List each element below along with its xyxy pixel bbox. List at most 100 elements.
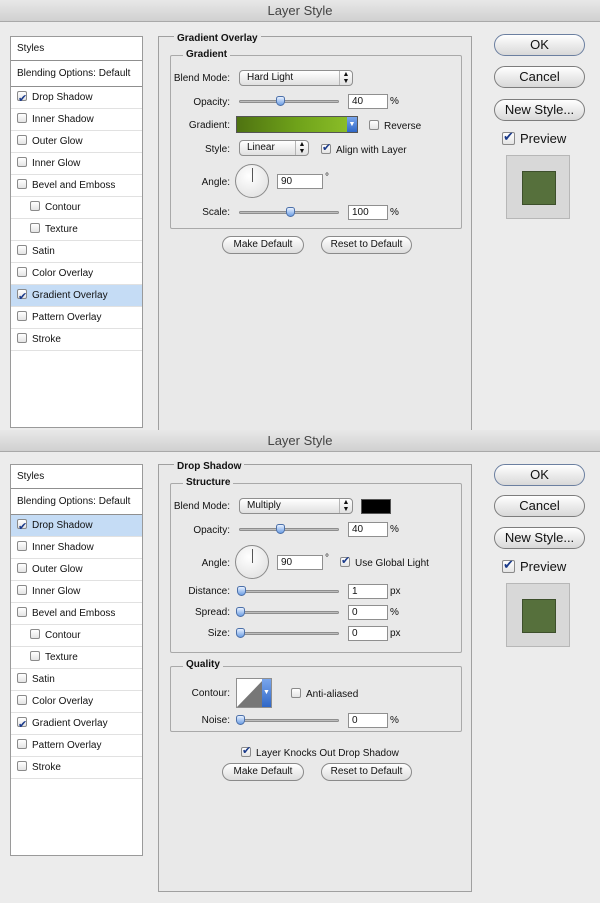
- style-item-checkbox[interactable]: [17, 563, 27, 573]
- style-item-inner-shadow[interactable]: Inner Shadow: [11, 537, 142, 559]
- style-item-stroke[interactable]: Stroke: [11, 329, 142, 351]
- align-checkbox-box[interactable]: [321, 141, 331, 154]
- style-item-pattern-overlay[interactable]: Pattern Overlay: [11, 307, 142, 329]
- global-light-checkbox-box[interactable]: [340, 554, 350, 567]
- angle-input[interactable]: 90: [277, 174, 323, 189]
- dropdown-arrow-icon[interactable]: ▼: [347, 117, 357, 132]
- style-item-checkbox[interactable]: [17, 761, 27, 771]
- style-item-checkbox[interactable]: [17, 267, 27, 277]
- style-item-checkbox[interactable]: [30, 629, 40, 639]
- use-global-light-checkbox[interactable]: Use Global Light: [340, 554, 429, 569]
- make-default-button[interactable]: Make Default: [222, 236, 304, 254]
- reverse-checkbox-box[interactable]: [369, 120, 379, 130]
- distance-input[interactable]: 1: [348, 584, 388, 599]
- new-style-button[interactable]: New Style...: [494, 99, 585, 121]
- style-item-checkbox[interactable]: [30, 651, 40, 661]
- cancel-button[interactable]: Cancel: [494, 495, 585, 517]
- align-with-layer-checkbox[interactable]: Align with Layer: [321, 141, 407, 156]
- opacity-slider[interactable]: [239, 96, 339, 106]
- style-item-contour[interactable]: Contour: [11, 625, 142, 647]
- reset-to-default-button[interactable]: Reset to Default: [321, 236, 412, 254]
- preview-checkbox[interactable]: Preview: [502, 557, 566, 574]
- style-item-checkbox[interactable]: [17, 673, 27, 683]
- style-item-checkbox[interactable]: [17, 245, 27, 255]
- style-item-color-overlay[interactable]: Color Overlay: [11, 691, 142, 713]
- angle-input[interactable]: 90: [277, 555, 323, 570]
- knockout-checkbox-box[interactable]: [241, 744, 251, 757]
- opacity-input[interactable]: 40: [348, 94, 388, 109]
- style-item-checkbox[interactable]: [17, 607, 27, 617]
- angle-dial[interactable]: [235, 545, 269, 579]
- size-slider-handle[interactable]: [236, 628, 245, 638]
- style-item-checkbox[interactable]: [17, 541, 27, 551]
- blend-mode-select[interactable]: Hard Light ▲ ▼: [239, 70, 353, 86]
- style-item-checkbox[interactable]: [17, 585, 27, 595]
- style-item-bevel-and-emboss[interactable]: Bevel and Emboss: [11, 175, 142, 197]
- spread-input[interactable]: 0: [348, 605, 388, 620]
- ok-button[interactable]: OK: [494, 34, 585, 56]
- scale-slider[interactable]: [239, 207, 339, 217]
- style-item-checkbox[interactable]: [17, 516, 27, 538]
- scale-slider-handle[interactable]: [286, 207, 295, 217]
- style-item-checkbox[interactable]: [17, 311, 27, 321]
- style-item-gradient-overlay[interactable]: Gradient Overlay: [11, 285, 142, 308]
- anti-aliased-checkbox-box[interactable]: [291, 688, 301, 698]
- style-item-color-overlay[interactable]: Color Overlay: [11, 263, 142, 285]
- style-select[interactable]: Linear ▲ ▼: [239, 140, 309, 156]
- opacity-slider-handle[interactable]: [276, 96, 285, 106]
- style-item-checkbox[interactable]: [17, 695, 27, 705]
- style-item-satin[interactable]: Satin: [11, 241, 142, 263]
- style-item-contour[interactable]: Contour: [11, 197, 142, 219]
- styles-header[interactable]: Styles: [11, 37, 142, 61]
- style-item-checkbox[interactable]: [17, 714, 27, 736]
- distance-slider[interactable]: [237, 586, 339, 596]
- blend-mode-select[interactable]: Multiply ▲ ▼: [239, 498, 353, 514]
- style-item-checkbox[interactable]: [17, 157, 27, 167]
- style-item-bevel-and-emboss[interactable]: Bevel and Emboss: [11, 603, 142, 625]
- style-item-checkbox[interactable]: [17, 739, 27, 749]
- style-item-inner-shadow[interactable]: Inner Shadow: [11, 109, 142, 131]
- angle-dial[interactable]: [235, 164, 269, 198]
- styles-header[interactable]: Styles: [11, 465, 142, 489]
- anti-aliased-checkbox[interactable]: Anti-aliased: [291, 688, 358, 700]
- make-default-button[interactable]: Make Default: [222, 763, 304, 781]
- style-item-checkbox[interactable]: [17, 179, 27, 189]
- style-item-texture[interactable]: Texture: [11, 219, 142, 241]
- dropdown-arrow-icon[interactable]: ▼: [262, 679, 271, 707]
- style-item-checkbox[interactable]: [17, 135, 27, 145]
- contour-picker[interactable]: ▼: [236, 678, 272, 708]
- style-item-drop-shadow[interactable]: Drop Shadow: [11, 87, 142, 110]
- style-item-checkbox[interactable]: [17, 333, 27, 343]
- ok-button[interactable]: OK: [494, 464, 585, 486]
- cancel-button[interactable]: Cancel: [494, 66, 585, 88]
- style-item-checkbox[interactable]: [30, 223, 40, 233]
- style-item-outer-glow[interactable]: Outer Glow: [11, 131, 142, 153]
- style-item-stroke[interactable]: Stroke: [11, 757, 142, 779]
- opacity-slider[interactable]: [239, 524, 339, 534]
- style-item-checkbox[interactable]: [30, 201, 40, 211]
- preview-checkbox[interactable]: Preview: [502, 129, 566, 146]
- spread-slider-handle[interactable]: [236, 607, 245, 617]
- reverse-checkbox[interactable]: Reverse: [369, 120, 421, 132]
- style-item-checkbox[interactable]: [17, 88, 27, 110]
- knockout-checkbox[interactable]: Layer Knocks Out Drop Shadow: [241, 744, 399, 759]
- shadow-color-swatch[interactable]: [361, 499, 391, 514]
- preview-checkbox-box[interactable]: [502, 557, 515, 573]
- blending-options-item[interactable]: Blending Options: Default: [11, 61, 142, 87]
- gradient-picker[interactable]: ▼: [236, 116, 358, 133]
- style-item-checkbox[interactable]: [17, 113, 27, 123]
- blending-options-item[interactable]: Blending Options: Default: [11, 489, 142, 515]
- scale-input[interactable]: 100: [348, 205, 388, 220]
- size-slider[interactable]: [236, 628, 339, 638]
- noise-slider[interactable]: [236, 715, 339, 725]
- style-item-outer-glow[interactable]: Outer Glow: [11, 559, 142, 581]
- style-item-inner-glow[interactable]: Inner Glow: [11, 153, 142, 175]
- style-item-checkbox[interactable]: [17, 286, 27, 308]
- spread-slider[interactable]: [236, 607, 339, 617]
- style-item-inner-glow[interactable]: Inner Glow: [11, 581, 142, 603]
- size-input[interactable]: 0: [348, 626, 388, 641]
- style-item-texture[interactable]: Texture: [11, 647, 142, 669]
- noise-input[interactable]: 0: [348, 713, 388, 728]
- new-style-button[interactable]: New Style...: [494, 527, 585, 549]
- style-item-pattern-overlay[interactable]: Pattern Overlay: [11, 735, 142, 757]
